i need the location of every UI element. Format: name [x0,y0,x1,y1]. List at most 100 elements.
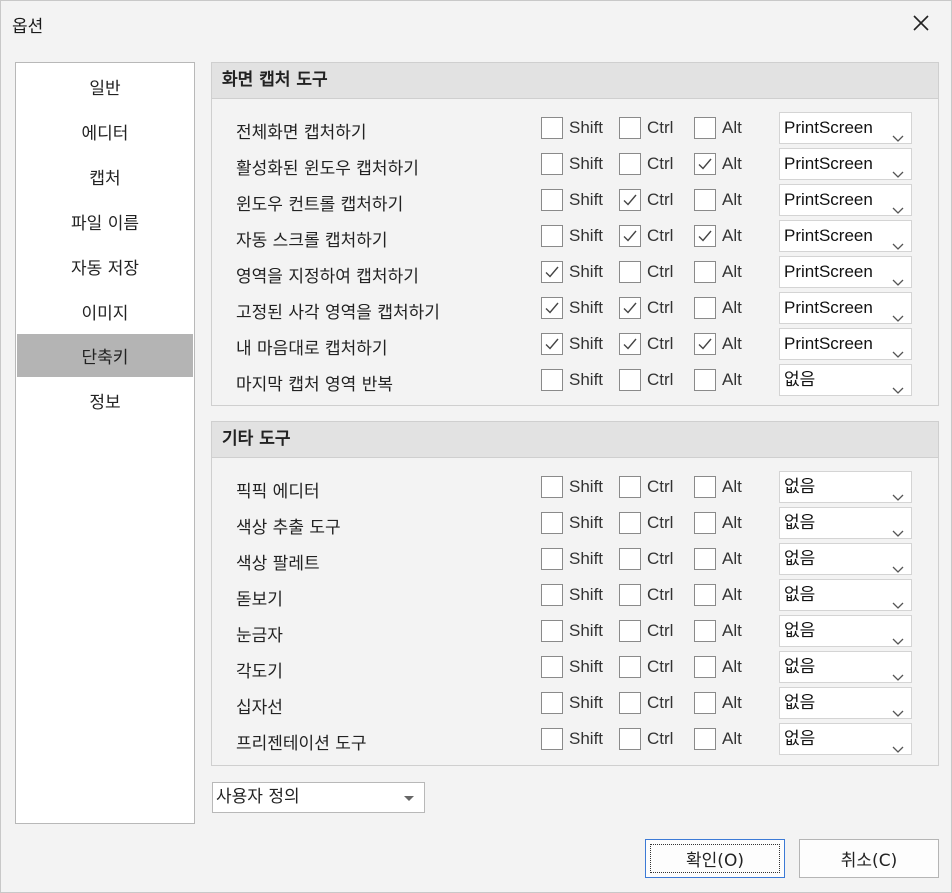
ctrl-checkbox[interactable]: Ctrl [619,618,673,644]
alt-checkbox[interactable]: Alt [694,546,742,572]
alt-checkbox[interactable]: Alt [694,367,742,393]
shift-checkbox[interactable]: Shift [541,474,603,500]
key-select[interactable]: PrintScreen [779,220,912,252]
alt-checkbox[interactable]: Alt [694,295,742,321]
alt-checkbox[interactable]: Alt [694,690,742,716]
key-select[interactable]: 없음 [779,364,912,396]
shift-checkbox[interactable]: Shift [541,331,603,357]
shift-checkbox[interactable]: Shift [541,295,603,321]
sidebar-item-image[interactable]: 이미지 [17,290,193,333]
alt-checkbox[interactable]: Alt [694,151,742,177]
alt-checkbox[interactable]: Alt [694,259,742,285]
ctrl-checkbox[interactable]: Ctrl [619,654,673,680]
checkbox-box [619,297,641,319]
hotkey-row: 눈금자 Shift Ctrl Alt 없음 [212,614,938,650]
shift-checkbox[interactable]: Shift [541,726,603,752]
alt-checkbox[interactable]: Alt [694,618,742,644]
checkbox-box [694,548,716,570]
sidebar-item-capture[interactable]: 캡처 [17,155,193,198]
chevron-down-icon [892,375,904,405]
alt-checkbox[interactable]: Alt [694,510,742,536]
key-select-value: 없음 [784,693,816,712]
key-select[interactable]: PrintScreen [779,328,912,360]
shift-checkbox[interactable]: Shift [541,546,603,572]
ctrl-checkbox[interactable]: Ctrl [619,367,673,393]
ctrl-checkbox[interactable]: Ctrl [619,259,673,285]
alt-checkbox[interactable]: Alt [694,582,742,608]
shift-checkbox[interactable]: Shift [541,223,603,249]
alt-checkbox[interactable]: Alt [694,654,742,680]
alt-checkbox[interactable]: Alt [694,223,742,249]
alt-checkbox[interactable]: Alt [694,187,742,213]
shift-checkbox[interactable]: Shift [541,618,603,644]
sidebar-item-autosave[interactable]: 자동 저장 [17,245,193,288]
ctrl-checkbox[interactable]: Ctrl [619,187,673,213]
hotkey-action-label: 윈도우 컨트롤 캡처하기 [236,195,404,215]
checkbox-box [694,261,716,283]
hotkey-row: 전체화면 캡처하기 Shift Ctrl Alt PrintScreen [212,111,938,147]
sidebar-item-editor[interactable]: 에디터 [17,110,193,153]
alt-checkbox[interactable]: Alt [694,331,742,357]
shift-checkbox[interactable]: Shift [541,259,603,285]
key-select-value: 없음 [784,585,816,604]
key-select[interactable]: 없음 [779,723,912,755]
alt-checkbox[interactable]: Alt [694,474,742,500]
shift-checkbox[interactable]: Shift [541,115,603,141]
sidebar-item-filename[interactable]: 파일 이름 [17,200,193,243]
cancel-button[interactable]: 취소(C) [799,839,939,878]
alt-label: Alt [722,118,742,137]
hotkey-action-label: 색상 추출 도구 [236,518,341,538]
alt-checkbox[interactable]: Alt [694,115,742,141]
sidebar-item-hotkeys[interactable]: 단축키 [17,334,193,377]
hotkey-action-label: 눈금자 [236,626,283,646]
ctrl-checkbox[interactable]: Ctrl [619,726,673,752]
key-select[interactable]: 없음 [779,543,912,575]
shift-checkbox[interactable]: Shift [541,367,603,393]
sidebar-item-about[interactable]: 정보 [17,379,193,422]
alt-label: Alt [722,298,742,317]
hotkey-preset-select[interactable]: 사용자 정의 [212,782,425,813]
shift-checkbox[interactable]: Shift [541,510,603,536]
shift-checkbox[interactable]: Shift [541,690,603,716]
ctrl-checkbox[interactable]: Ctrl [619,223,673,249]
shift-checkbox[interactable]: Shift [541,582,603,608]
alt-checkbox[interactable]: Alt [694,726,742,752]
close-button[interactable] [901,5,941,41]
ok-button[interactable]: 확인(O) [645,839,785,878]
alt-label: Alt [722,190,742,209]
key-select[interactable]: PrintScreen [779,292,912,324]
hotkey-row: 색상 추출 도구 Shift Ctrl Alt 없음 [212,506,938,542]
sidebar-item-label: 일반 [89,79,121,99]
shift-checkbox[interactable]: Shift [541,654,603,680]
ctrl-checkbox[interactable]: Ctrl [619,295,673,321]
key-select[interactable]: 없음 [779,579,912,611]
key-select[interactable]: PrintScreen [779,184,912,216]
shift-checkbox[interactable]: Shift [541,187,603,213]
key-select[interactable]: PrintScreen [779,112,912,144]
ctrl-checkbox[interactable]: Ctrl [619,510,673,536]
key-select-value: PrintScreen [784,334,873,353]
ctrl-checkbox[interactable]: Ctrl [619,115,673,141]
checkbox-box [694,620,716,642]
sidebar-item-general[interactable]: 일반 [17,65,193,108]
ctrl-checkbox[interactable]: Ctrl [619,690,673,716]
key-select[interactable]: PrintScreen [779,148,912,180]
checkmark-icon [697,228,713,244]
shift-checkbox[interactable]: Shift [541,151,603,177]
ctrl-checkbox[interactable]: Ctrl [619,331,673,357]
key-select[interactable]: 없음 [779,471,912,503]
ctrl-checkbox[interactable]: Ctrl [619,474,673,500]
ctrl-checkbox[interactable]: Ctrl [619,546,673,572]
checkbox-box [541,261,563,283]
shift-label: Shift [569,262,604,281]
key-select[interactable]: 없음 [779,507,912,539]
ctrl-checkbox[interactable]: Ctrl [619,151,673,177]
hotkey-row: 윈도우 컨트롤 캡처하기 Shift Ctrl Alt PrintScreen [212,183,938,219]
key-select[interactable]: 없음 [779,615,912,647]
key-select[interactable]: 없음 [779,687,912,719]
hotkey-row: 마지막 캡처 영역 반복 Shift Ctrl Alt 없음 [212,363,938,399]
key-select[interactable]: PrintScreen [779,256,912,288]
ctrl-checkbox[interactable]: Ctrl [619,582,673,608]
key-select[interactable]: 없음 [779,651,912,683]
checkbox-box [541,189,563,211]
